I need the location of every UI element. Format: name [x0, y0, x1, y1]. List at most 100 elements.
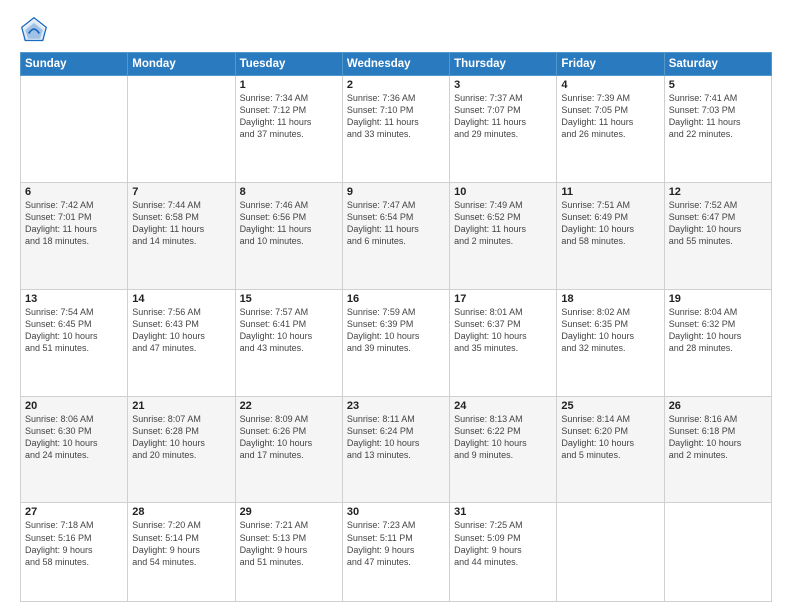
day-number: 2 — [347, 79, 445, 91]
calendar-cell: 7Sunrise: 7:44 AMSunset: 6:58 PMDaylight… — [128, 182, 235, 289]
day-number: 11 — [561, 186, 659, 198]
calendar-cell: 31Sunrise: 7:25 AMSunset: 5:09 PMDayligh… — [450, 503, 557, 602]
day-info: Sunrise: 7:46 AMSunset: 6:56 PMDaylight:… — [240, 199, 338, 248]
day-info: Sunrise: 7:39 AMSunset: 7:05 PMDaylight:… — [561, 92, 659, 141]
calendar-cell: 12Sunrise: 7:52 AMSunset: 6:47 PMDayligh… — [664, 182, 771, 289]
day-info: Sunrise: 8:13 AMSunset: 6:22 PMDaylight:… — [454, 413, 552, 462]
page: SundayMondayTuesdayWednesdayThursdayFrid… — [0, 0, 792, 612]
header — [20, 16, 772, 44]
calendar-cell: 21Sunrise: 8:07 AMSunset: 6:28 PMDayligh… — [128, 396, 235, 503]
weekday-header-sunday: Sunday — [21, 53, 128, 76]
day-number: 17 — [454, 293, 552, 305]
calendar-cell: 16Sunrise: 7:59 AMSunset: 6:39 PMDayligh… — [342, 289, 449, 396]
week-row-1: 6Sunrise: 7:42 AMSunset: 7:01 PMDaylight… — [21, 182, 772, 289]
calendar-cell: 1Sunrise: 7:34 AMSunset: 7:12 PMDaylight… — [235, 76, 342, 183]
day-info: Sunrise: 7:47 AMSunset: 6:54 PMDaylight:… — [347, 199, 445, 248]
day-info: Sunrise: 8:01 AMSunset: 6:37 PMDaylight:… — [454, 306, 552, 355]
day-info: Sunrise: 7:37 AMSunset: 7:07 PMDaylight:… — [454, 92, 552, 141]
day-number: 22 — [240, 400, 338, 412]
calendar-cell: 5Sunrise: 7:41 AMSunset: 7:03 PMDaylight… — [664, 76, 771, 183]
calendar-cell: 22Sunrise: 8:09 AMSunset: 6:26 PMDayligh… — [235, 396, 342, 503]
day-info: Sunrise: 8:11 AMSunset: 6:24 PMDaylight:… — [347, 413, 445, 462]
day-info: Sunrise: 7:59 AMSunset: 6:39 PMDaylight:… — [347, 306, 445, 355]
day-info: Sunrise: 7:41 AMSunset: 7:03 PMDaylight:… — [669, 92, 767, 141]
calendar-cell: 20Sunrise: 8:06 AMSunset: 6:30 PMDayligh… — [21, 396, 128, 503]
calendar-cell: 2Sunrise: 7:36 AMSunset: 7:10 PMDaylight… — [342, 76, 449, 183]
day-number: 25 — [561, 400, 659, 412]
day-info: Sunrise: 8:02 AMSunset: 6:35 PMDaylight:… — [561, 306, 659, 355]
day-info: Sunrise: 7:23 AMSunset: 5:11 PMDaylight:… — [347, 519, 445, 568]
calendar-cell: 24Sunrise: 8:13 AMSunset: 6:22 PMDayligh… — [450, 396, 557, 503]
day-number: 7 — [132, 186, 230, 198]
day-number: 24 — [454, 400, 552, 412]
day-info: Sunrise: 7:25 AMSunset: 5:09 PMDaylight:… — [454, 519, 552, 568]
day-info: Sunrise: 7:20 AMSunset: 5:14 PMDaylight:… — [132, 519, 230, 568]
calendar-cell: 14Sunrise: 7:56 AMSunset: 6:43 PMDayligh… — [128, 289, 235, 396]
week-row-0: 1Sunrise: 7:34 AMSunset: 7:12 PMDaylight… — [21, 76, 772, 183]
day-info: Sunrise: 7:44 AMSunset: 6:58 PMDaylight:… — [132, 199, 230, 248]
day-info: Sunrise: 7:54 AMSunset: 6:45 PMDaylight:… — [25, 306, 123, 355]
day-number: 26 — [669, 400, 767, 412]
day-number: 15 — [240, 293, 338, 305]
day-number: 3 — [454, 79, 552, 91]
day-info: Sunrise: 7:18 AMSunset: 5:16 PMDaylight:… — [25, 519, 123, 568]
calendar-cell: 4Sunrise: 7:39 AMSunset: 7:05 PMDaylight… — [557, 76, 664, 183]
day-info: Sunrise: 7:49 AMSunset: 6:52 PMDaylight:… — [454, 199, 552, 248]
day-number: 18 — [561, 293, 659, 305]
day-number: 28 — [132, 506, 230, 518]
calendar-cell: 27Sunrise: 7:18 AMSunset: 5:16 PMDayligh… — [21, 503, 128, 602]
calendar-cell: 25Sunrise: 8:14 AMSunset: 6:20 PMDayligh… — [557, 396, 664, 503]
calendar-cell: 9Sunrise: 7:47 AMSunset: 6:54 PMDaylight… — [342, 182, 449, 289]
calendar-cell: 3Sunrise: 7:37 AMSunset: 7:07 PMDaylight… — [450, 76, 557, 183]
day-info: Sunrise: 7:51 AMSunset: 6:49 PMDaylight:… — [561, 199, 659, 248]
week-row-3: 20Sunrise: 8:06 AMSunset: 6:30 PMDayligh… — [21, 396, 772, 503]
day-number: 13 — [25, 293, 123, 305]
day-number: 8 — [240, 186, 338, 198]
calendar-cell: 13Sunrise: 7:54 AMSunset: 6:45 PMDayligh… — [21, 289, 128, 396]
weekday-header-thursday: Thursday — [450, 53, 557, 76]
day-number: 1 — [240, 79, 338, 91]
day-number: 4 — [561, 79, 659, 91]
day-info: Sunrise: 7:57 AMSunset: 6:41 PMDaylight:… — [240, 306, 338, 355]
logo — [20, 16, 52, 44]
calendar-cell: 23Sunrise: 8:11 AMSunset: 6:24 PMDayligh… — [342, 396, 449, 503]
calendar: SundayMondayTuesdayWednesdayThursdayFrid… — [20, 52, 772, 602]
calendar-cell: 10Sunrise: 7:49 AMSunset: 6:52 PMDayligh… — [450, 182, 557, 289]
day-number: 5 — [669, 79, 767, 91]
day-info: Sunrise: 7:21 AMSunset: 5:13 PMDaylight:… — [240, 519, 338, 568]
day-number: 9 — [347, 186, 445, 198]
calendar-cell — [21, 76, 128, 183]
calendar-cell: 29Sunrise: 7:21 AMSunset: 5:13 PMDayligh… — [235, 503, 342, 602]
day-number: 10 — [454, 186, 552, 198]
calendar-cell: 28Sunrise: 7:20 AMSunset: 5:14 PMDayligh… — [128, 503, 235, 602]
weekday-header-tuesday: Tuesday — [235, 53, 342, 76]
day-number: 12 — [669, 186, 767, 198]
day-number: 16 — [347, 293, 445, 305]
calendar-cell: 6Sunrise: 7:42 AMSunset: 7:01 PMDaylight… — [21, 182, 128, 289]
calendar-cell — [128, 76, 235, 183]
weekday-header-friday: Friday — [557, 53, 664, 76]
day-number: 6 — [25, 186, 123, 198]
day-number: 31 — [454, 506, 552, 518]
weekday-header-monday: Monday — [128, 53, 235, 76]
day-number: 19 — [669, 293, 767, 305]
week-row-2: 13Sunrise: 7:54 AMSunset: 6:45 PMDayligh… — [21, 289, 772, 396]
day-number: 20 — [25, 400, 123, 412]
day-info: Sunrise: 7:34 AMSunset: 7:12 PMDaylight:… — [240, 92, 338, 141]
day-info: Sunrise: 8:14 AMSunset: 6:20 PMDaylight:… — [561, 413, 659, 462]
day-info: Sunrise: 8:06 AMSunset: 6:30 PMDaylight:… — [25, 413, 123, 462]
day-info: Sunrise: 8:16 AMSunset: 6:18 PMDaylight:… — [669, 413, 767, 462]
calendar-cell: 19Sunrise: 8:04 AMSunset: 6:32 PMDayligh… — [664, 289, 771, 396]
calendar-cell: 11Sunrise: 7:51 AMSunset: 6:49 PMDayligh… — [557, 182, 664, 289]
calendar-cell: 18Sunrise: 8:02 AMSunset: 6:35 PMDayligh… — [557, 289, 664, 396]
calendar-cell — [557, 503, 664, 602]
day-info: Sunrise: 7:36 AMSunset: 7:10 PMDaylight:… — [347, 92, 445, 141]
day-number: 27 — [25, 506, 123, 518]
day-info: Sunrise: 8:04 AMSunset: 6:32 PMDaylight:… — [669, 306, 767, 355]
calendar-cell: 30Sunrise: 7:23 AMSunset: 5:11 PMDayligh… — [342, 503, 449, 602]
day-info: Sunrise: 7:56 AMSunset: 6:43 PMDaylight:… — [132, 306, 230, 355]
weekday-header-row: SundayMondayTuesdayWednesdayThursdayFrid… — [21, 53, 772, 76]
day-number: 29 — [240, 506, 338, 518]
calendar-cell: 15Sunrise: 7:57 AMSunset: 6:41 PMDayligh… — [235, 289, 342, 396]
day-number: 14 — [132, 293, 230, 305]
